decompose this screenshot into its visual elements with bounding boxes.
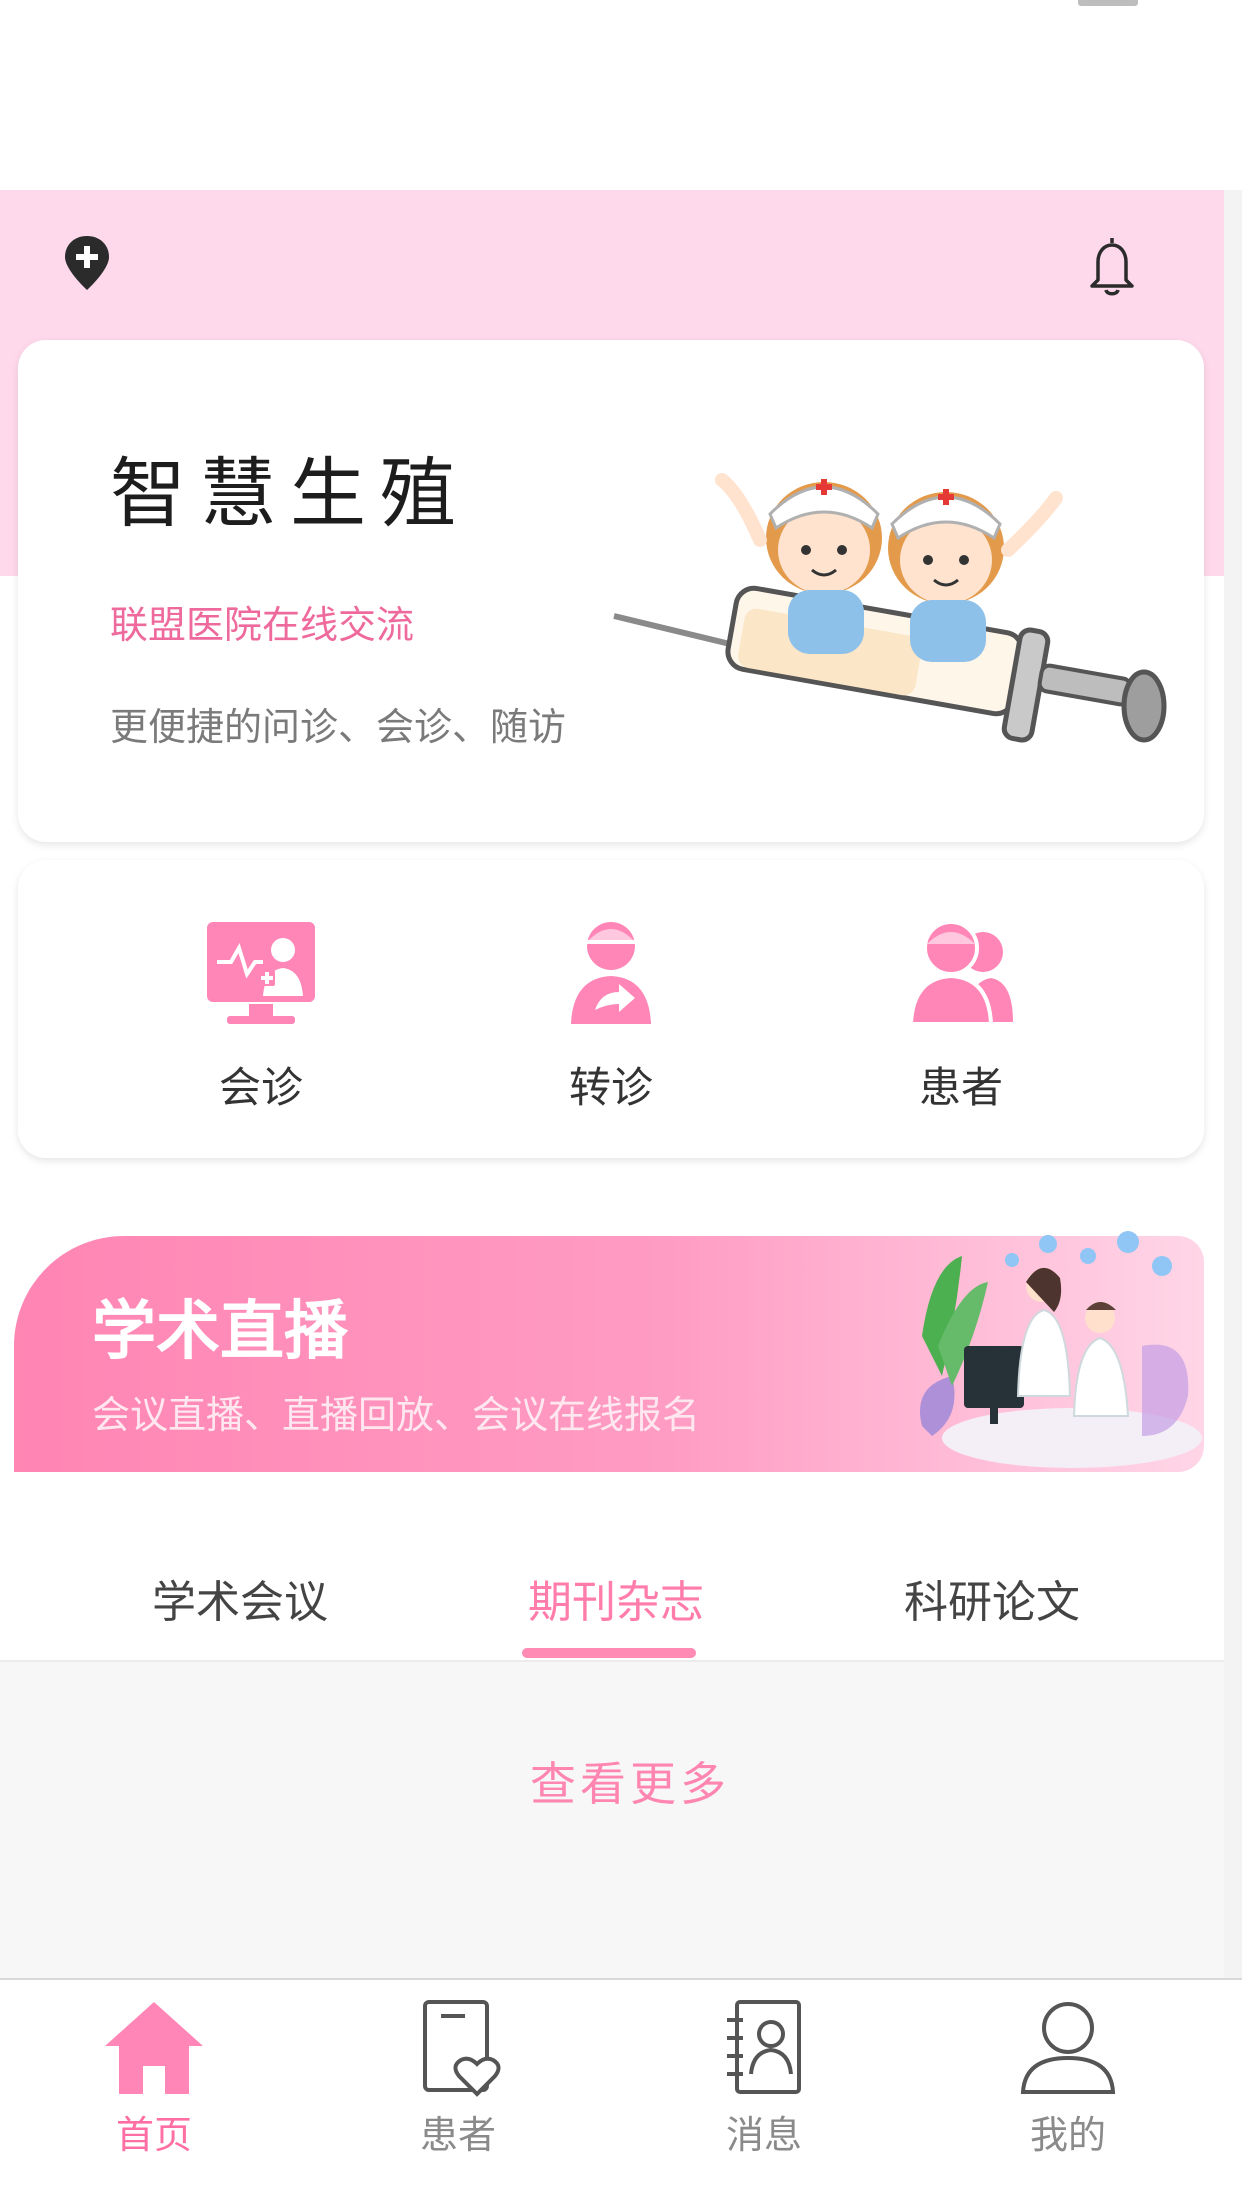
action-patients-label: 患者 bbox=[918, 1063, 1003, 1112]
tab-bar: 学术会议 期刊杂志 科研论文 bbox=[0, 1524, 1224, 1662]
nurses-syringe-illustration bbox=[613, 473, 1167, 743]
hero-title: 智慧生殖 bbox=[110, 449, 470, 538]
live-banner-title: 学术直播 bbox=[92, 1295, 348, 1369]
hero-subtitle: 联盟医院在线交流 bbox=[110, 603, 415, 647]
nav-me[interactable]: 我的 bbox=[968, 1980, 1168, 2160]
tab-journals[interactable]: 期刊杂志 bbox=[528, 1566, 704, 1630]
action-consultation[interactable]: 会诊 bbox=[136, 900, 386, 1140]
nav-patients[interactable]: 患者 bbox=[358, 1980, 558, 2160]
tab-academic-meetings[interactable]: 学术会议 bbox=[152, 1566, 328, 1630]
patient-record-icon bbox=[423, 2000, 501, 2097]
action-referral-label: 转诊 bbox=[568, 1063, 653, 1112]
tab-content-area bbox=[0, 1662, 1224, 1978]
status-bar-indicator bbox=[1078, 0, 1138, 6]
tab-research-papers[interactable]: 科研论文 bbox=[904, 1566, 1080, 1630]
consultation-monitor-icon bbox=[207, 922, 315, 1024]
nav-messages[interactable]: 消息 bbox=[664, 1980, 864, 2160]
tab-active-indicator bbox=[522, 1648, 696, 1658]
action-patients[interactable]: 患者 bbox=[836, 900, 1086, 1140]
home-icon bbox=[105, 2002, 203, 2094]
referral-doctor-icon bbox=[571, 922, 651, 1024]
bell-icon[interactable] bbox=[1086, 234, 1138, 298]
action-consultation-label: 会诊 bbox=[218, 1063, 303, 1112]
doctors-illustration bbox=[920, 1231, 1202, 1468]
nav-me-label: 我的 bbox=[1029, 2113, 1106, 2157]
location-plus-icon[interactable] bbox=[62, 234, 112, 292]
nav-home-label: 首页 bbox=[115, 2113, 192, 2157]
scrollbar-track bbox=[1224, 190, 1242, 2160]
bottom-navigation: 首页 患者 消息 我的 bbox=[0, 1978, 1242, 2210]
nav-messages-label: 消息 bbox=[725, 2113, 802, 2157]
patients-icon bbox=[908, 920, 1013, 1026]
nav-patients-label: 患者 bbox=[419, 2113, 496, 2157]
action-referral[interactable]: 转诊 bbox=[486, 900, 736, 1140]
user-profile-icon bbox=[1020, 2002, 1116, 2094]
contacts-book-icon bbox=[727, 2000, 801, 2094]
see-more-link[interactable]: 查看更多 bbox=[450, 1748, 810, 1814]
live-banner-subtitle: 会议直播、直播回放、会议在线报名 bbox=[92, 1393, 701, 1437]
nav-home[interactable]: 首页 bbox=[54, 1980, 254, 2160]
hero-description: 更便捷的问诊、会诊、随访 bbox=[110, 705, 567, 749]
